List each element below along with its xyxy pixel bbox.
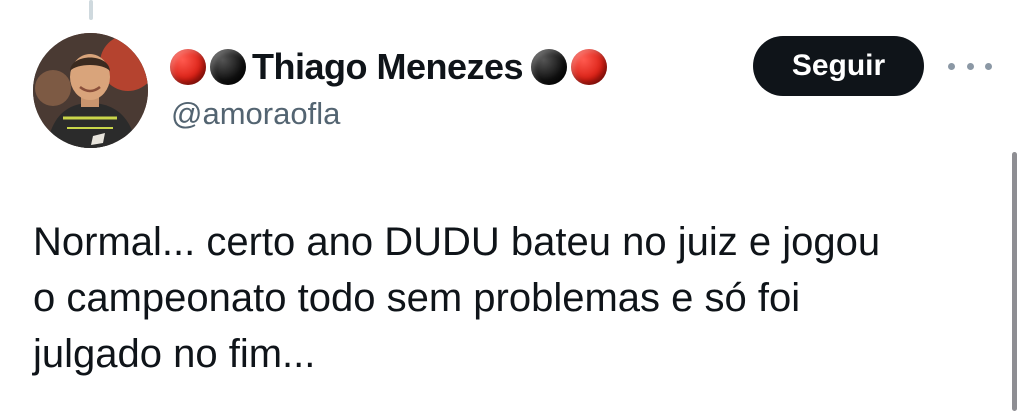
tweet-text-line: Normal... certo ano DUDU bateu no juiz e… [33, 220, 881, 264]
author-display-name[interactable]: Thiago Menezes [252, 46, 524, 88]
tweet-card: Thiago Menezes @amoraofla Seguir Normal.… [0, 0, 1024, 411]
author-handle[interactable]: @amoraofla [171, 96, 340, 132]
avatar[interactable] [33, 33, 148, 148]
follow-button[interactable]: Seguir [753, 36, 924, 96]
black-circle-icon [531, 49, 568, 85]
scrollbar[interactable] [1012, 152, 1017, 411]
tweet-text-line: o campeonato todo sem problemas e só foi [33, 276, 801, 320]
more-dot [948, 62, 955, 70]
black-circle-icon [210, 49, 246, 85]
author-name-row[interactable]: Thiago Menezes [170, 42, 611, 92]
more-options-icon[interactable] [948, 52, 992, 80]
avatar-photo-icon [33, 33, 148, 148]
thread-connector-line [89, 0, 93, 20]
more-dot [985, 62, 992, 70]
red-circle-icon [571, 49, 608, 85]
more-dot [966, 62, 974, 70]
tweet-text: Normal... certo ano DUDU bateu no juiz e… [33, 214, 993, 382]
tweet-text-line: julgado no fim... [33, 332, 316, 376]
red-circle-icon [170, 49, 206, 85]
